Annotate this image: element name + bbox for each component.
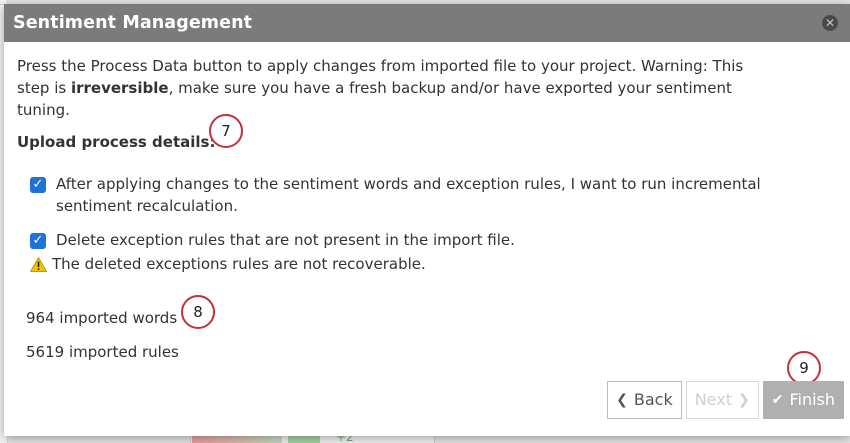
dialog-header: Sentiment Management ✕ [4, 4, 850, 42]
delete-rules-label: Delete exception rules that are not pres… [56, 231, 515, 249]
next-button[interactable]: Next ❯ [685, 381, 759, 419]
checkmark-icon: ✔ [771, 392, 784, 408]
imported-rules-count: 5619 imported rules [26, 343, 179, 361]
delete-rules-checkbox[interactable]: ✓ [30, 233, 46, 249]
background-bar [192, 436, 282, 443]
step-marker-7: 7 [209, 114, 243, 148]
recalculation-option[interactable]: ✓ After applying changes to the sentimen… [30, 173, 830, 217]
back-label: Back [633, 390, 673, 409]
warning-row: The deleted exceptions rules are not rec… [29, 253, 838, 275]
close-icon[interactable]: ✕ [822, 15, 838, 31]
chevron-left-icon: ❮ [616, 392, 628, 408]
wizard-buttons: ❮ Back Next ❯ ✔ Finish [603, 381, 844, 419]
intro-text: Press the Process Data button to apply c… [17, 55, 777, 121]
recalculation-checkbox[interactable]: ✓ [30, 177, 46, 193]
warning-text: The deleted exceptions rules are not rec… [52, 255, 426, 273]
import-counts: 964 imported words 5619 imported rules [26, 307, 838, 363]
delete-rules-option[interactable]: ✓ Delete exception rules that are not pr… [30, 229, 838, 251]
finish-button[interactable]: ✔ Finish [762, 381, 844, 419]
intro-bold: irreversible [70, 79, 169, 97]
step-marker-8: 8 [181, 295, 215, 329]
background-bar [288, 436, 320, 443]
section-title: Upload process details: [17, 133, 216, 151]
next-label: Next [694, 390, 732, 409]
recalculation-label: After applying changes to the sentiment … [56, 175, 761, 215]
warning-icon [29, 255, 48, 272]
back-button[interactable]: ❮ Back [607, 381, 682, 419]
sentiment-management-dialog: Sentiment Management ✕ Press the Process… [4, 4, 850, 436]
chevron-right-icon: ❯ [737, 392, 750, 408]
dialog-title: Sentiment Management [13, 13, 253, 33]
step-marker-9: 9 [787, 351, 821, 385]
dialog-body: Press the Process Data button to apply c… [4, 42, 850, 363]
imported-words-count: 964 imported words [26, 309, 178, 327]
finish-label: Finish [789, 390, 835, 409]
